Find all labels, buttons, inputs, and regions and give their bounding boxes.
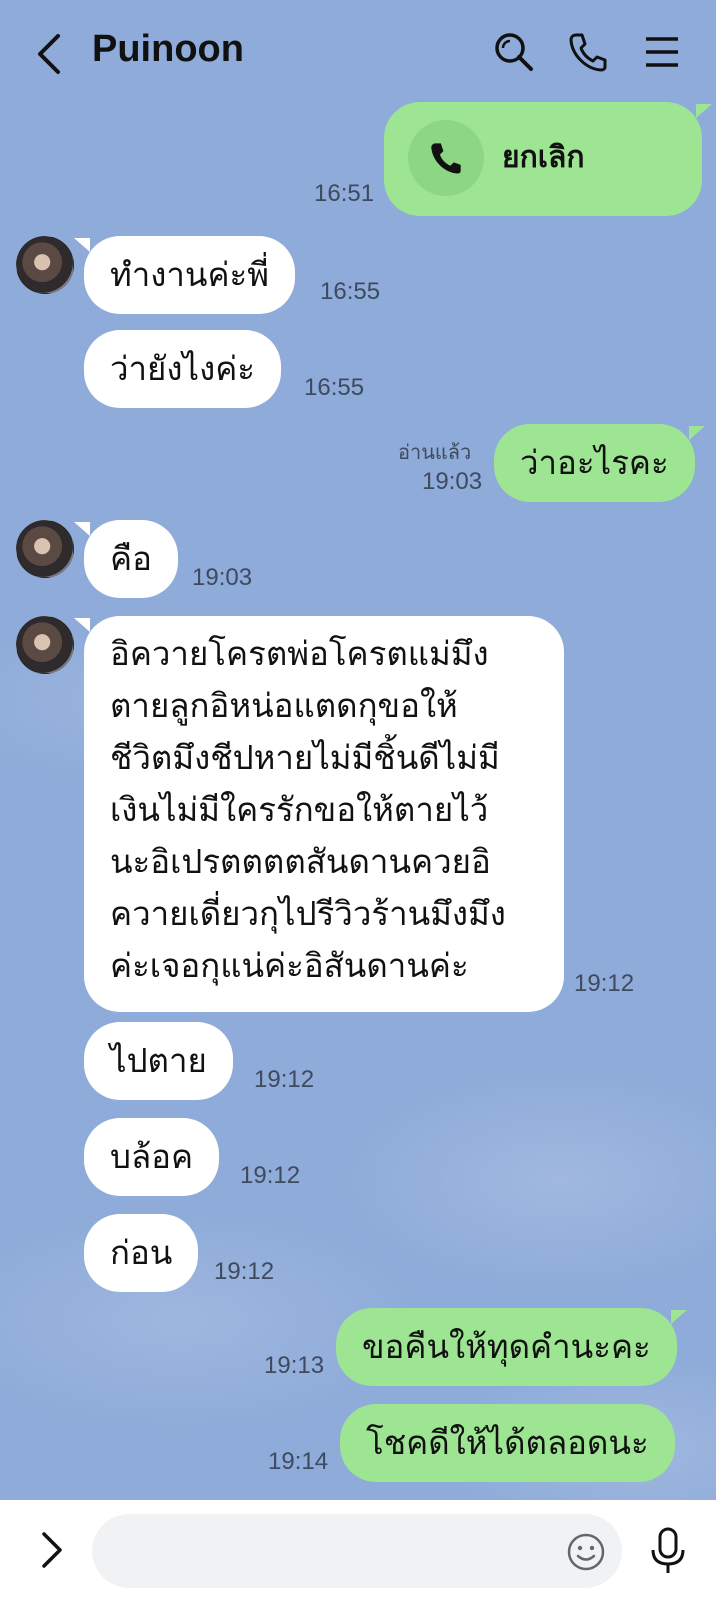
emoji-icon[interactable] xyxy=(566,1532,606,1572)
timestamp: 19:12 xyxy=(574,970,635,997)
timestamp: 19:03 xyxy=(422,468,483,495)
timestamp: 16:55 xyxy=(304,374,365,401)
message-input[interactable] xyxy=(92,1514,622,1588)
phone-icon[interactable] xyxy=(566,30,610,74)
timestamp: 19:12 xyxy=(240,1162,301,1189)
timestamp: 19:13 xyxy=(264,1352,325,1379)
message-line: ควายเดี่ยวกุไปรีวิวร้านมึงมึง xyxy=(110,894,506,933)
avatar[interactable] xyxy=(16,520,74,578)
incoming-message[interactable]: ไปตาย xyxy=(84,1022,233,1100)
message-line: อิควายโครตพ่อโครตแม่มึง xyxy=(110,634,489,673)
message-line: ตายลูกอิหน่อแตดกุขอให้ xyxy=(110,686,458,725)
message-line: นะอิเปรตตตตสันดานควยอิ xyxy=(110,842,491,881)
menu-icon[interactable] xyxy=(640,30,684,74)
avatar[interactable] xyxy=(16,236,74,294)
expand-icon[interactable] xyxy=(36,1530,68,1570)
message-line: ค่ะเจอกุแน่ค่ะอิสันดานค่ะ xyxy=(110,946,469,985)
call-icon xyxy=(431,143,461,174)
timestamp: 16:51 xyxy=(314,180,375,207)
timestamp: 16:55 xyxy=(320,278,381,305)
timestamp: 19:12 xyxy=(254,1066,315,1093)
incoming-message[interactable]: ก่อน xyxy=(84,1214,199,1292)
incoming-message[interactable]: บล้อค xyxy=(84,1118,220,1196)
message-composer xyxy=(0,1500,716,1599)
incoming-message[interactable]: ว่ายังไงค่ะ xyxy=(84,330,282,408)
timestamp: 19:12 xyxy=(214,1258,275,1285)
read-receipt: อ่านแล้ว xyxy=(398,440,472,464)
outgoing-message[interactable]: ขอคืนให้ทุดคำนะคะ xyxy=(336,1308,687,1386)
search-icon[interactable] xyxy=(492,30,536,74)
timestamp: 19:14 xyxy=(268,1448,329,1475)
incoming-message-long[interactable]: อิควายโครตพ่อโครตแม่มึง ตายลูกอิหน่อแตดก… xyxy=(74,616,564,1012)
incoming-message[interactable]: ทำงานค่ะพี่ xyxy=(73,236,296,314)
chat-header: Puinoon xyxy=(0,0,716,104)
call-status-label: ยกเลิก xyxy=(502,140,585,175)
timestamp: 19:03 xyxy=(192,564,253,591)
outgoing-message[interactable]: โชคดีให้ได้ตลอดนะ xyxy=(340,1404,675,1482)
chat-title: Puinoon xyxy=(92,28,244,70)
incoming-message[interactable]: คือ xyxy=(74,520,178,598)
call-icon-circle xyxy=(408,120,484,196)
mic-icon[interactable] xyxy=(648,1526,688,1576)
back-icon[interactable] xyxy=(32,32,68,76)
avatar[interactable] xyxy=(16,616,74,674)
message-line: ชีวิตมึงชีปหายไม่มีชิ้นดีไม่มี xyxy=(110,738,500,777)
call-bubble[interactable]: ยกเลิก xyxy=(384,102,712,216)
message-line: เงินไม่มีใครรักขอให้ตายไว้ xyxy=(110,790,489,829)
outgoing-message[interactable]: ว่าอะไรคะ xyxy=(494,424,705,502)
